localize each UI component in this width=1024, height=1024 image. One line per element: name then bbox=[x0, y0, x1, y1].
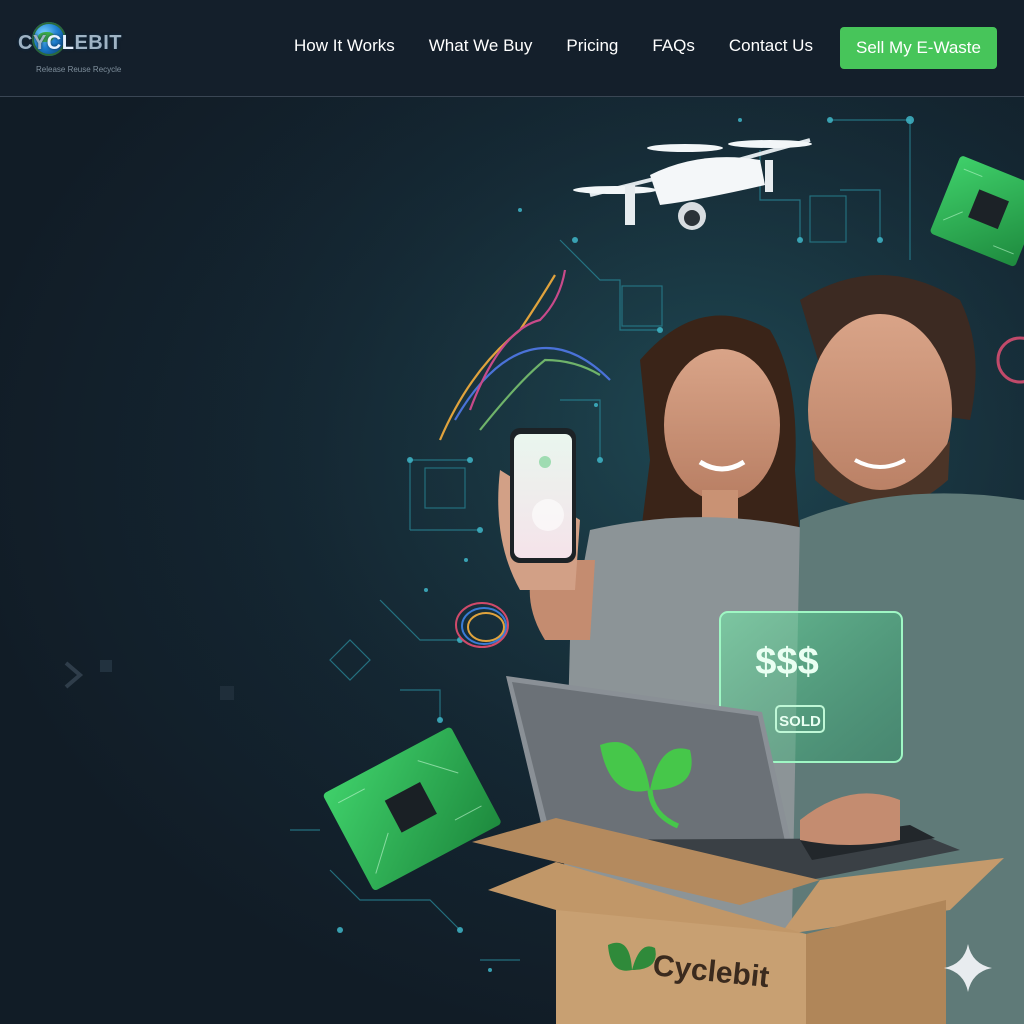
hero-section: $$$ SOLD Cyclebit bbox=[0, 97, 1024, 1024]
nav-pricing[interactable]: Pricing bbox=[566, 36, 618, 56]
card-amount-text: $$$ bbox=[755, 641, 818, 683]
nav-how-it-works[interactable]: How It Works bbox=[294, 36, 395, 56]
card-status-text: SOLD bbox=[779, 713, 821, 730]
logo-wordmark: CYCLEBIT bbox=[18, 32, 123, 54]
site-header: CYCLEBIT Release Reuse Recycle How It Wo… bbox=[0, 0, 1024, 97]
nav-what-we-buy[interactable]: What We Buy bbox=[429, 36, 533, 56]
sell-my-e-waste-button[interactable]: Sell My E-Waste bbox=[840, 27, 997, 69]
brand-logo[interactable]: CYCLEBIT Release Reuse Recycle bbox=[18, 18, 148, 78]
nav-contact-us[interactable]: Contact Us bbox=[729, 36, 813, 56]
hero-illustration: $$$ SOLD Cyclebit bbox=[0, 97, 1024, 1024]
nav-faqs[interactable]: FAQs bbox=[652, 36, 695, 56]
smartphone-icon bbox=[498, 428, 580, 590]
main-nav: How It Works What We Buy Pricing FAQs Co… bbox=[294, 36, 813, 56]
logo-tagline: Release Reuse Recycle bbox=[36, 65, 122, 74]
